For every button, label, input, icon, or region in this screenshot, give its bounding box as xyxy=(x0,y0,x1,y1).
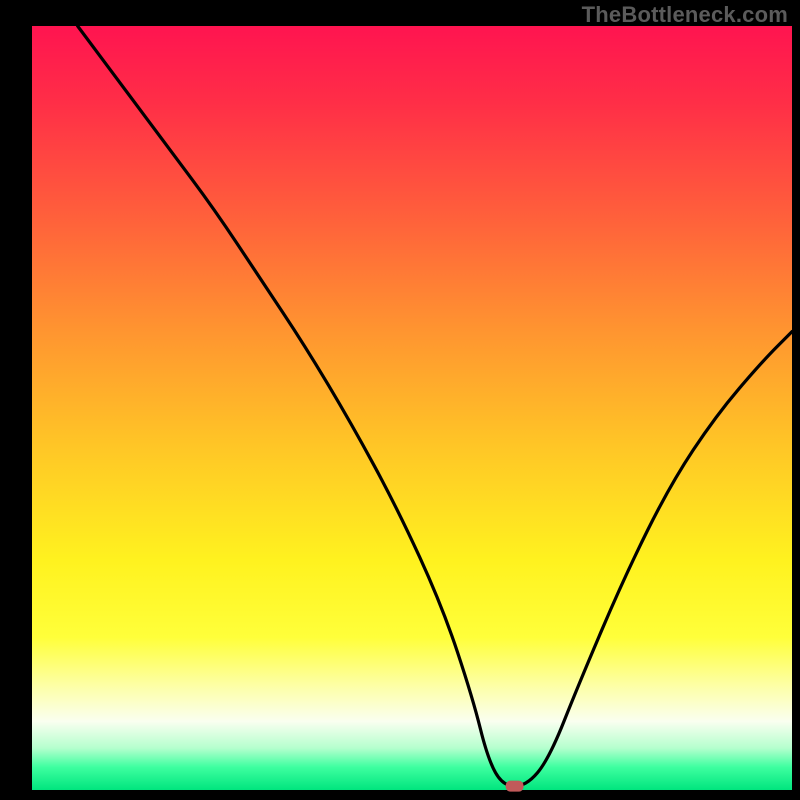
watermark-label: TheBottleneck.com xyxy=(582,2,788,28)
optimal-point-marker xyxy=(506,781,524,792)
chart-container: TheBottleneck.com xyxy=(0,0,800,800)
plot-background xyxy=(32,26,792,790)
bottleneck-chart xyxy=(0,0,800,800)
